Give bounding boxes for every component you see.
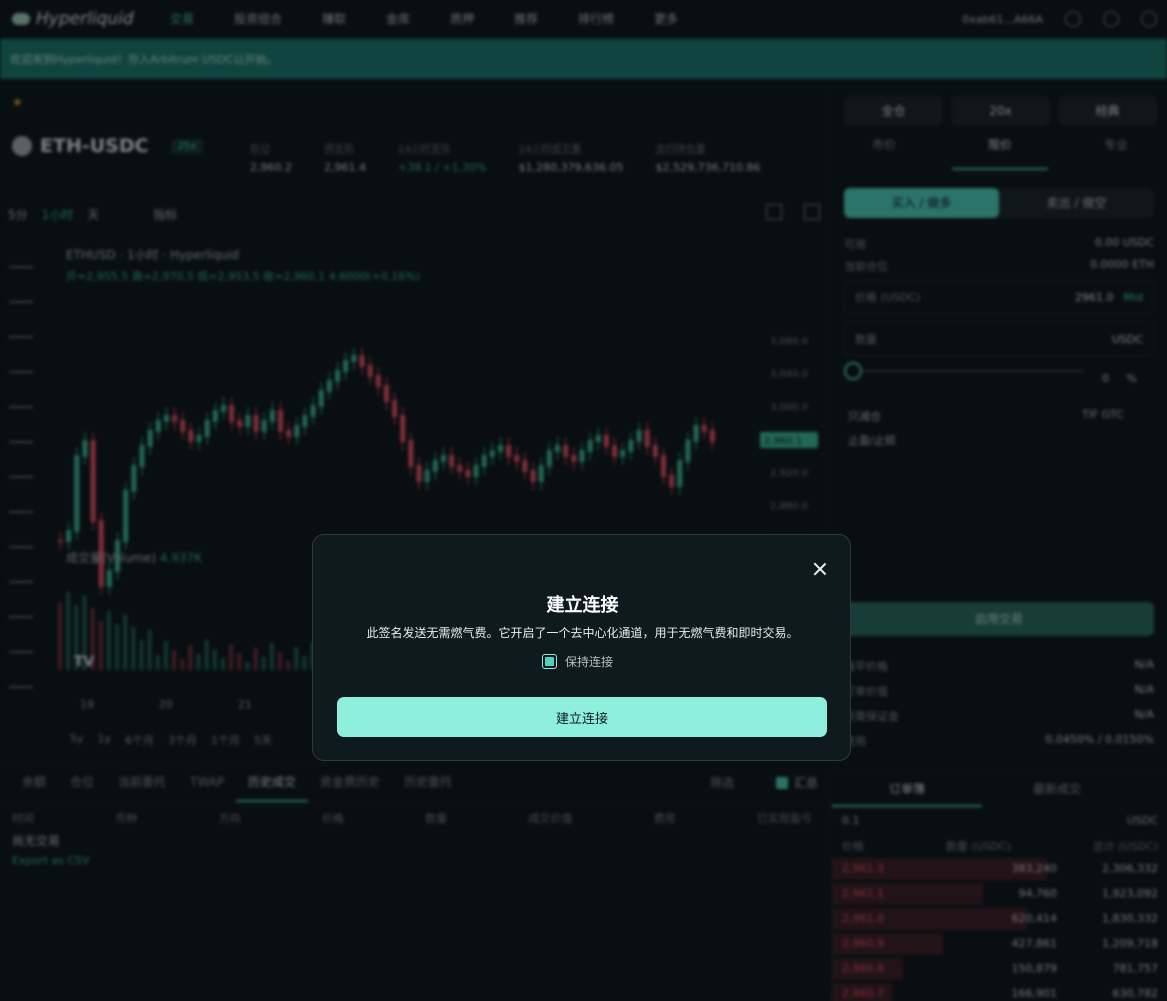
- establish-connection-modal: 建立连接 此签名发送无需燃气费。它开启了一个去中心化通道，用于无燃气费和即时交易…: [312, 534, 851, 761]
- modal-description: 此签名发送无需燃气费。它开启了一个去中心化通道，用于无燃气费和即时交易。: [366, 626, 799, 640]
- keep-connected-checkbox[interactable]: [542, 654, 557, 669]
- close-icon[interactable]: [809, 559, 831, 581]
- keep-connected-label: 保持连接: [565, 655, 614, 669]
- establish-connection-button[interactable]: 建立连接: [337, 697, 827, 737]
- modal-title: 建立连接: [546, 595, 619, 616]
- modal-backdrop[interactable]: [0, 0, 1167, 1001]
- keep-connected-option[interactable]: 保持连接: [542, 653, 613, 670]
